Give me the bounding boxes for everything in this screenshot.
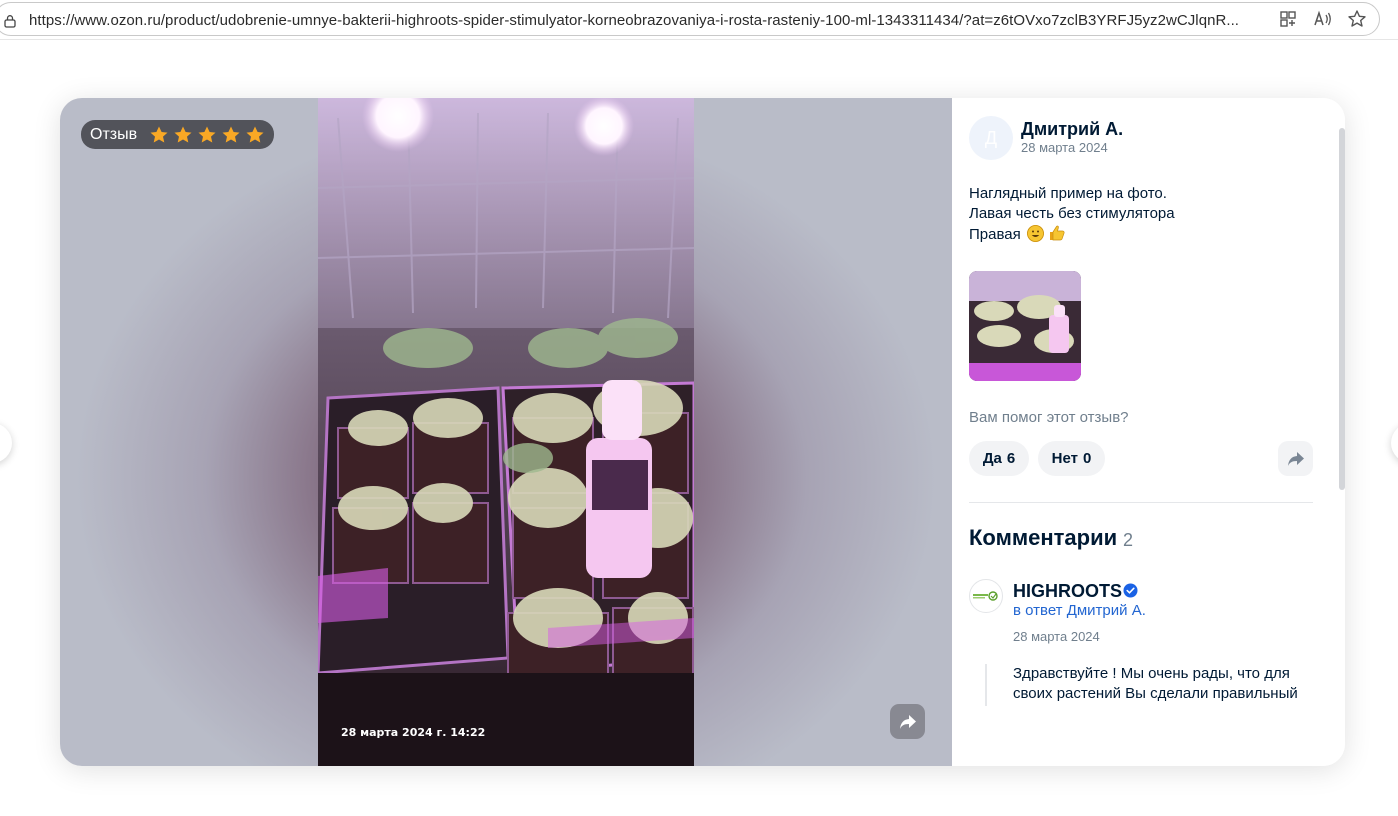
next-review-button[interactable] [1391,423,1398,463]
comment-thread-line [985,664,987,706]
review-media-viewer: Отзыв 28 марта 2024 г. 14:22 [60,98,952,766]
star-icon [198,126,216,142]
vote-yes-label: Да [982,450,1002,467]
comment-date: 28 марта 2024 [1013,629,1100,644]
review-text-line-label: Правая [969,226,1021,243]
highroots-logo-icon [973,591,998,601]
panel-scrollbar[interactable] [1339,128,1345,490]
comment-text: Здравствуйте ! Мы очень рады, что для св… [1013,665,1298,702]
comments-title: Комментарии [969,525,1118,550]
review-photo[interactable] [318,98,694,766]
comment-author[interactable]: HIGHROOTS [1013,581,1122,602]
review-photo-thumbnail[interactable] [969,271,1081,381]
review-rating-badge: Отзыв [81,120,275,149]
url-field[interactable]: https://www.ozon.ru/product/udobrenie-um… [0,2,1380,36]
favorite-star-icon[interactable] [1346,8,1368,30]
review-author[interactable]: Дмитрий А. [1021,119,1123,140]
read-aloud-icon[interactable] [1312,8,1334,30]
app-available-icon[interactable] [1277,8,1299,30]
star-icon [174,126,192,142]
vote-no-label: Нет [1051,450,1078,467]
vote-no-count: 0 [1082,450,1092,467]
comments-count: 2 [1123,530,1134,550]
share-review-button[interactable] [1278,441,1313,476]
url-text[interactable]: https://www.ozon.ru/product/udobrenie-um… [29,12,1263,29]
review-text-line-last: Правая [969,224,1175,245]
review-text-line: Наглядный пример на фото. [969,185,1167,202]
vote-yes-button[interactable]: Да 6 [969,441,1029,476]
seller-logo-avatar [969,579,1003,613]
review-date: 28 марта 2024 [1021,140,1108,155]
review-details-panel: Д Дмитрий А. 28 марта 2024 Наглядный при… [952,98,1345,766]
thumbs-up-emoji-icon [1050,225,1065,241]
review-text: Наглядный пример на фото. Лавая честь бе… [969,184,1175,245]
lock-icon[interactable] [3,14,17,28]
star-icon [222,126,240,142]
review-text-line: Лавая честь без стимулятора [969,205,1175,222]
smiley-emoji-icon [1026,225,1044,242]
helpful-question: Вам помог этот отзыв? [969,409,1129,426]
share-icon [1287,451,1304,466]
divider [969,502,1313,503]
vote-no-button[interactable]: Нет 0 [1038,441,1105,476]
star-icon [246,126,264,142]
avatar: Д [969,116,1013,160]
previous-review-button[interactable] [0,423,12,463]
photo-timestamp: 28 марта 2024 г. 14:22 [341,726,486,739]
vote-yes-count: 6 [1006,450,1016,467]
badge-label: Отзыв [90,125,138,143]
browser-address-bar: https://www.ozon.ru/product/udobrenie-um… [0,0,1398,40]
share-icon [899,714,916,729]
reply-to-link[interactable]: в ответ Дмитрий А. [1013,602,1146,619]
share-media-button[interactable] [890,704,925,739]
star-icon [150,126,168,142]
review-modal: Отзыв 28 марта 2024 г. 14:22 Д Дмитрий А… [60,98,1345,766]
verified-badge-icon [1123,583,1138,598]
